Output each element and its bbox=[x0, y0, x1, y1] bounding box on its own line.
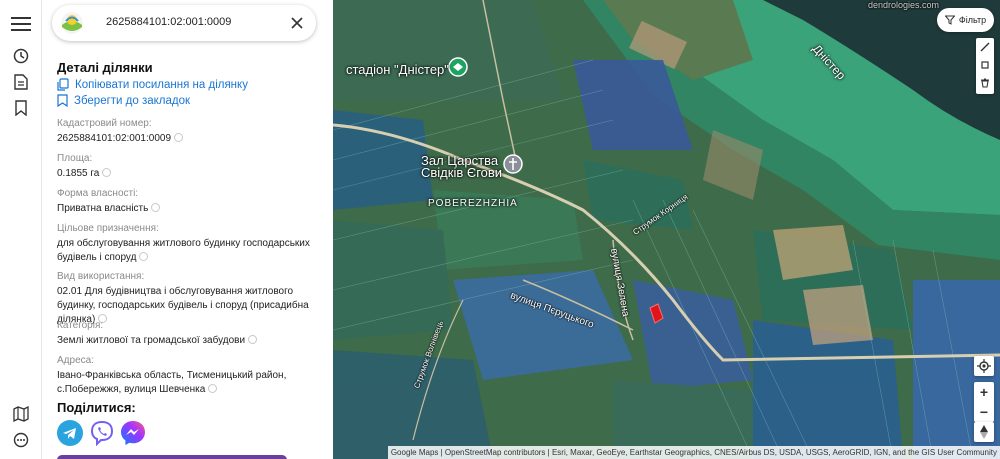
label-watermark: dendrologies.com bbox=[868, 0, 940, 10]
field-label: Адреса: bbox=[57, 355, 94, 366]
search-bar[interactable]: 2625884101:02:001:0009 bbox=[52, 5, 316, 41]
map-attribution: Google Maps | OpenStreetMap contributors… bbox=[387, 446, 1000, 459]
info-icon[interactable] bbox=[248, 335, 258, 344]
filter-icon bbox=[944, 15, 955, 25]
bookmark-icon[interactable] bbox=[11, 98, 31, 118]
field-value: Землі житлової та громадської забудови bbox=[57, 335, 246, 346]
copy-link-label: Копіювати посилання на ділянку bbox=[75, 78, 248, 91]
info-icon[interactable] bbox=[102, 168, 112, 177]
bookmark-outline-icon bbox=[57, 94, 68, 107]
menu-icon[interactable] bbox=[11, 14, 31, 34]
zoom-in-button[interactable]: + bbox=[974, 382, 994, 402]
field-label: Цільове призначення: bbox=[57, 223, 159, 234]
compass-icon[interactable] bbox=[974, 422, 994, 442]
trash-icon[interactable] bbox=[976, 74, 994, 92]
field-address: Адреса: Івано-Франківська область, Тисме… bbox=[57, 354, 322, 397]
field-label: Категорія: bbox=[57, 320, 104, 331]
field-purpose: Цільове призначення: для обслуговування … bbox=[57, 222, 322, 265]
field-category: Категорія: Землі житлової та громадської… bbox=[57, 319, 322, 348]
draw-line-icon[interactable] bbox=[976, 38, 994, 56]
zoom-controls: + − bbox=[974, 382, 994, 422]
details-panel: 2625884101:02:001:0009 Деталі ділянки Ко… bbox=[42, 0, 333, 459]
field-cadastral-number: Кадастровий номер: 2625884101:02:001:000… bbox=[57, 117, 322, 146]
copy-icon bbox=[57, 78, 69, 91]
field-value: для обслуговування житлового будинку гос… bbox=[57, 238, 310, 263]
info-icon[interactable] bbox=[139, 252, 149, 261]
label-stadium: стадіон "Дністер" bbox=[346, 62, 449, 77]
viber-icon[interactable] bbox=[89, 420, 115, 447]
history-icon[interactable] bbox=[11, 46, 31, 66]
field-label: Площа: bbox=[57, 153, 93, 164]
zoom-out-button[interactable]: − bbox=[974, 402, 994, 422]
field-label: Форма власності: bbox=[57, 188, 139, 199]
field-ownership: Форма власності: Приватна власність bbox=[57, 187, 322, 216]
field-area: Площа: 0.1855 га bbox=[57, 152, 322, 181]
left-rail bbox=[0, 0, 42, 459]
save-bookmark-label: Зберегти до закладок bbox=[74, 94, 191, 107]
panel-title: Деталі ділянки bbox=[57, 60, 153, 75]
search-input[interactable]: 2625884101:02:001:0009 bbox=[106, 16, 231, 28]
info-icon[interactable] bbox=[174, 133, 184, 142]
map-book-icon[interactable] bbox=[11, 404, 31, 424]
draw-polygon-icon[interactable] bbox=[976, 56, 994, 74]
label-village: POBEREZHZHIA bbox=[428, 198, 518, 209]
draw-toolbar bbox=[976, 38, 994, 94]
share-title: Поділитися: bbox=[57, 400, 136, 415]
close-icon[interactable] bbox=[288, 14, 306, 32]
telegram-icon[interactable] bbox=[57, 420, 83, 446]
document-icon[interactable] bbox=[11, 72, 31, 92]
primary-action-button[interactable] bbox=[57, 455, 287, 459]
save-bookmark-button[interactable]: Зберегти до закладок bbox=[57, 94, 190, 107]
compass-button[interactable] bbox=[974, 422, 994, 442]
copy-link-button[interactable]: Копіювати посилання на ділянку bbox=[57, 78, 248, 91]
locate-icon[interactable] bbox=[974, 356, 994, 376]
messenger-icon[interactable] bbox=[120, 420, 146, 446]
field-label: Кадастровий номер: bbox=[57, 118, 152, 129]
field-value: Приватна власність bbox=[57, 203, 149, 214]
label-kingdom-hall: Зал Царства Свідків Єгови bbox=[421, 153, 503, 180]
filter-label: Фільтр bbox=[958, 15, 987, 25]
info-icon[interactable] bbox=[208, 384, 218, 393]
field-value: 0.1855 га bbox=[57, 168, 100, 179]
locate-button[interactable] bbox=[974, 356, 994, 376]
field-value: 2625884101:02:001:0009 bbox=[57, 133, 172, 144]
field-label: Вид використання: bbox=[57, 271, 145, 282]
field-value: Івано-Франківська область, Тисменицький … bbox=[57, 370, 287, 395]
map-view[interactable]: стадіон "Дністер" Зал Царства Свідків Єг… bbox=[333, 0, 1000, 459]
chat-icon[interactable] bbox=[11, 430, 31, 450]
info-icon[interactable] bbox=[151, 203, 161, 212]
filter-button[interactable]: Фільтр bbox=[937, 8, 994, 32]
app-logo[interactable] bbox=[60, 11, 84, 35]
